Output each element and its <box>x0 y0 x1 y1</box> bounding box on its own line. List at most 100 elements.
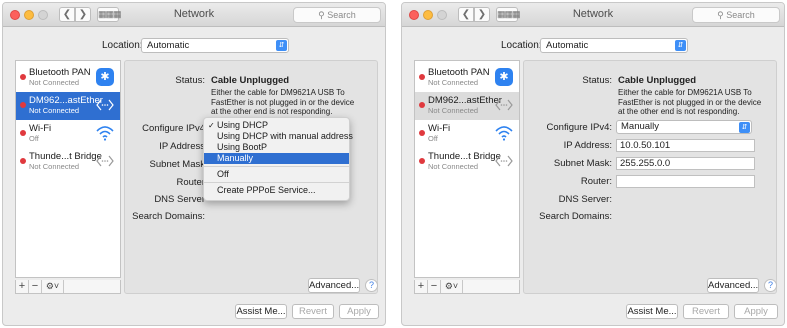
service-item-ethernet[interactable]: DM962...astEther Not Connected <box>16 92 120 120</box>
status-description: Either the cable for DM9621A USB To Fast… <box>211 88 355 116</box>
dns-server-label: DNS Server <box>154 194 205 205</box>
ethernet-icon <box>96 155 114 167</box>
menu-separator <box>204 166 349 167</box>
service-status: Not Connected <box>428 162 479 171</box>
remove-service-button[interactable]: − <box>428 280 441 293</box>
ip-address-label: IP Address <box>159 141 205 152</box>
service-item-thunderbolt[interactable]: Thunde...t Bridge Not Connected <box>415 148 519 176</box>
service-name: Bluetooth PAN <box>29 67 91 78</box>
service-item-wifi[interactable]: Wi-Fi Off <box>415 120 519 148</box>
service-list: Bluetooth PAN Not Connected ✱ DM962...as… <box>414 60 520 278</box>
location-label: Location: <box>501 40 542 51</box>
apply-button[interactable]: Apply <box>339 304 379 319</box>
status-value: Cable Unplugged <box>618 75 697 86</box>
chevron-updown-icon: ⇵ <box>675 40 686 51</box>
menu-item-using-dhcp[interactable]: ✓ Using DHCP <box>204 120 349 131</box>
network-window-left: ❮ ❯ ▦▦▦ Network ⚲ Search Location: Autom… <box>2 2 386 326</box>
location-label: Location: <box>102 40 143 51</box>
menu-item-bootp[interactable]: Using BootP <box>204 142 349 153</box>
search-icon: ⚲ <box>717 10 724 20</box>
network-window-right: ❮ ❯ ▦▦▦ Network ⚲ Search Location: Autom… <box>401 2 785 326</box>
service-name: Wi-Fi <box>428 123 451 134</box>
service-name: Thunde...t Bridge <box>428 151 501 162</box>
help-icon[interactable]: ? <box>365 279 378 292</box>
status-dot <box>419 158 425 164</box>
ip-address-field[interactable]: 10.0.50.101 <box>616 139 755 152</box>
advanced-button[interactable]: Advanced... <box>707 278 759 293</box>
service-status: Not Connected <box>428 106 479 115</box>
status-label: Status: <box>582 75 612 86</box>
location-select[interactable]: Automatic ⇵ <box>141 38 289 53</box>
revert-button[interactable]: Revert <box>292 304 334 319</box>
bluetooth-icon: ✱ <box>495 68 513 86</box>
search-icon: ⚲ <box>318 10 325 20</box>
menu-item-manually[interactable]: Manually <box>204 153 349 164</box>
configure-ipv4-label: Configure IPv4: <box>546 122 612 133</box>
subnet-mask-field[interactable]: 255.255.0.0 <box>616 157 755 170</box>
search-domains-label: Search Domains: <box>539 211 612 222</box>
service-item-thunderbolt[interactable]: Thunde...t Bridge Not Connected <box>16 148 120 176</box>
service-item-ethernet[interactable]: DM962...astEther Not Connected <box>415 92 519 120</box>
service-status: Not Connected <box>29 162 80 171</box>
configure-ipv4-label: Configure IPv4 <box>142 123 205 134</box>
wifi-icon <box>495 126 513 141</box>
service-list: Bluetooth PAN Not Connected ✱ DM962...as… <box>15 60 121 278</box>
checkmark-icon: ✓ <box>208 121 215 130</box>
service-status: Off <box>428 134 438 143</box>
dns-server-label: DNS Server: <box>558 194 612 205</box>
service-item-wifi[interactable]: Wi-Fi Off <box>16 120 120 148</box>
bluetooth-icon: ✱ <box>96 68 114 86</box>
service-status: Not Connected <box>29 78 80 87</box>
search-field[interactable]: ⚲ Search <box>293 7 381 23</box>
service-status: Off <box>29 134 39 143</box>
router-label: Router <box>176 177 205 188</box>
menu-item-create-pppoe[interactable]: Create PPPoE Service... <box>204 185 349 196</box>
help-icon[interactable]: ? <box>764 279 777 292</box>
subnet-mask-label: Subnet Mask: <box>553 158 612 169</box>
menu-item-dhcp-manual[interactable]: Using DHCP with manual address <box>204 131 353 142</box>
service-list-toolbar: + − ⚙˅ <box>414 280 520 294</box>
status-label: Status: <box>175 75 205 86</box>
advanced-button[interactable]: Advanced... <box>308 278 360 293</box>
configure-ipv4-menu: ✓ Using DHCP Using DHCP with manual addre… <box>203 117 353 201</box>
service-name: DM962...astEther <box>29 95 103 106</box>
revert-button[interactable]: Revert <box>683 304 729 319</box>
assist-me-button[interactable]: Assist Me... <box>626 304 678 319</box>
location-select[interactable]: Automatic ⇵ <box>540 38 688 53</box>
add-service-button[interactable]: + <box>415 280 428 293</box>
service-name: Wi-Fi <box>29 123 52 134</box>
ip-address-label: IP Address: <box>563 140 612 151</box>
title-bar: ❮ ❯ ▦▦▦ Network ⚲ Search <box>3 3 385 27</box>
remove-service-button[interactable]: − <box>29 280 42 293</box>
search-field[interactable]: ⚲ Search <box>692 7 780 23</box>
search-domains-label: Search Domains: <box>132 211 205 222</box>
service-name: Thunde...t Bridge <box>29 151 102 162</box>
service-status: Not Connected <box>428 78 479 87</box>
location-value: Automatic <box>546 40 589 51</box>
router-field[interactable] <box>616 175 755 188</box>
status-value: Cable Unplugged <box>211 75 290 86</box>
service-status: Not Connected <box>29 106 80 115</box>
status-dot <box>20 130 26 136</box>
chevron-updown-icon: ⇵ <box>276 40 287 51</box>
search-placeholder: Search <box>726 10 755 20</box>
menu-item-off[interactable]: Off <box>204 169 349 180</box>
location-value: Automatic <box>147 40 190 51</box>
status-dot <box>419 74 425 80</box>
menu-separator <box>204 182 349 183</box>
status-dot <box>20 158 26 164</box>
service-item-bluetooth[interactable]: Bluetooth PAN Not Connected ✱ <box>16 64 120 92</box>
gear-icon[interactable]: ⚙˅ <box>42 280 64 293</box>
configure-ipv4-value: Manually <box>621 121 660 132</box>
configure-ipv4-select[interactable]: Manually ⇵ <box>616 120 752 134</box>
router-label: Router: <box>580 176 612 187</box>
ethernet-icon <box>96 99 114 111</box>
apply-button[interactable]: Apply <box>734 304 778 319</box>
service-item-bluetooth[interactable]: Bluetooth PAN Not Connected ✱ <box>415 64 519 92</box>
status-dot <box>20 74 26 80</box>
wifi-icon <box>96 126 114 141</box>
gear-icon[interactable]: ⚙˅ <box>441 280 463 293</box>
search-placeholder: Search <box>327 10 356 20</box>
add-service-button[interactable]: + <box>16 280 29 293</box>
assist-me-button[interactable]: Assist Me... <box>235 304 287 319</box>
